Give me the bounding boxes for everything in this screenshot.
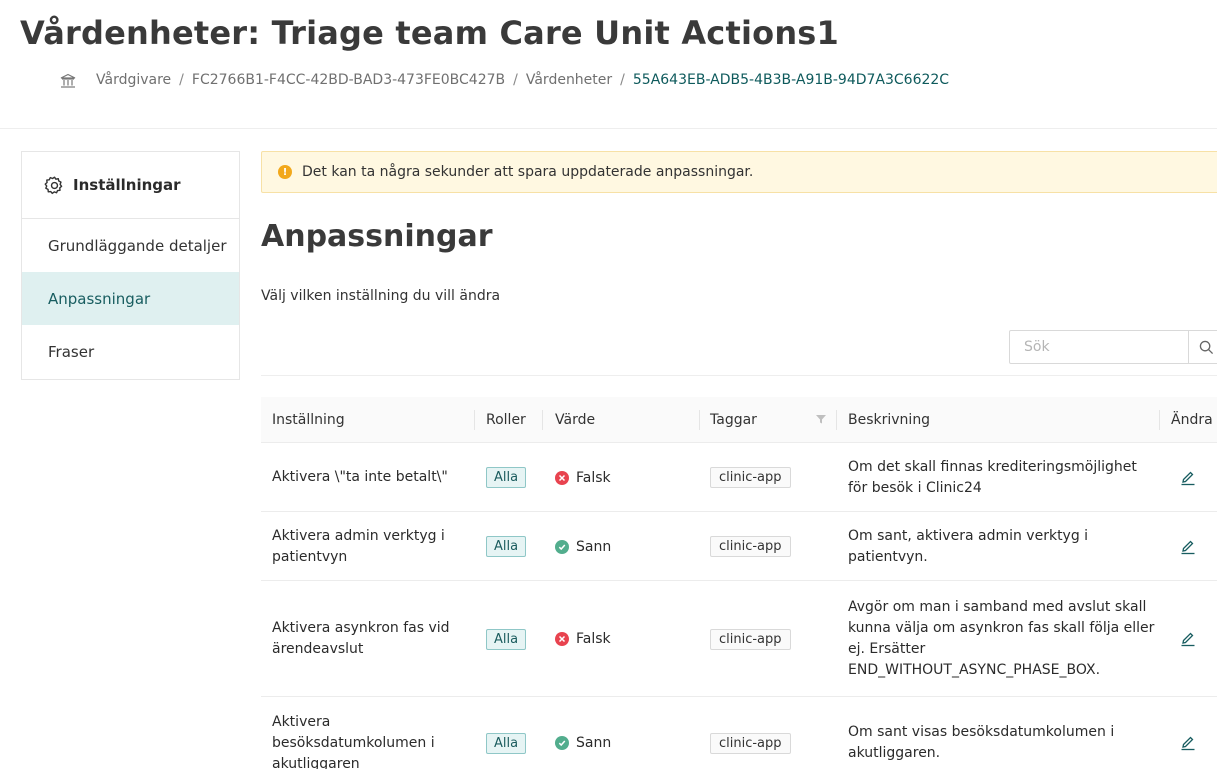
edit-icon[interactable] bbox=[1180, 631, 1196, 647]
setting-name: Aktivera admin verktyg i patientvyn bbox=[272, 527, 445, 565]
value-status: Sann bbox=[555, 697, 611, 769]
table-header: Inställning Roller Värde Taggar Beskrivn… bbox=[261, 397, 1217, 443]
value-text: Sann bbox=[576, 735, 612, 751]
sidebar-header: Inställningar bbox=[22, 152, 239, 219]
tag-label: clinic-app bbox=[710, 536, 791, 557]
section-title: Anpassningar bbox=[261, 219, 493, 254]
description: Om sant, aktivera admin verktyg i patient… bbox=[848, 527, 1089, 565]
column-separator bbox=[542, 410, 543, 430]
section-subtitle: Välj vilken inställning du vill ändra bbox=[261, 288, 501, 304]
value-status: Falsk bbox=[555, 443, 611, 512]
breadcrumb-separator: / bbox=[513, 72, 518, 88]
breadcrumb-separator: / bbox=[620, 72, 625, 88]
info-notice: ! Det kan ta några sekunder att spara up… bbox=[261, 151, 1217, 193]
search-input[interactable] bbox=[1010, 331, 1188, 363]
value-text: Falsk bbox=[576, 469, 611, 486]
setting-name: Aktivera besöksdatumkolumen i akutliggaren bbox=[272, 713, 435, 769]
close-circle-icon bbox=[555, 632, 569, 646]
setting-name: Aktivera \"ta inte betalt\" bbox=[272, 469, 448, 485]
value-text: Sann bbox=[576, 538, 612, 555]
check-circle-icon bbox=[555, 539, 569, 554]
column-separator bbox=[699, 410, 700, 430]
settings-sidebar: Inställningar Grundläggande detaljer Anp… bbox=[21, 151, 240, 380]
notice-text: Det kan ta några sekunder att spara uppd… bbox=[302, 164, 754, 180]
breadcrumb-item[interactable]: FC2766B1-F4CC-42BD-BAD3-473FE0BC427B bbox=[192, 72, 505, 88]
column-header-beskrivning[interactable]: Beskrivning bbox=[848, 397, 930, 443]
column-header-roller[interactable]: Roller bbox=[486, 397, 526, 443]
page-title: Vårdenheter: Triage team Care Unit Actio… bbox=[20, 14, 840, 52]
column-separator bbox=[836, 410, 837, 430]
description: Avgör om man i samband med avslut skall k… bbox=[848, 599, 1155, 678]
settings-table: Inställning Roller Värde Taggar Beskrivn… bbox=[261, 397, 1217, 769]
role-tag: Alla bbox=[486, 628, 527, 650]
breadcrumb-item[interactable]: Vårdenheter bbox=[526, 72, 612, 88]
table-row: Aktivera admin verktyg i patientvyn Alla … bbox=[261, 512, 1217, 581]
role-tag: Alla bbox=[486, 732, 527, 754]
edit-icon[interactable] bbox=[1180, 735, 1196, 751]
table-row: Aktivera asynkron fas vid ärendeavslut Al… bbox=[261, 581, 1217, 697]
breadcrumb-current: 55A643EB-ADB5-4B3B-A91B-94D7A3C6622C bbox=[632, 72, 950, 88]
tag-label: clinic-app bbox=[710, 467, 791, 488]
table-row: Aktivera \"ta inte betalt\" Alla Falsk c… bbox=[261, 443, 1217, 512]
value-text: Falsk bbox=[576, 631, 611, 647]
description: Om sant visas besöksdatumkolumen i akutli… bbox=[848, 724, 1115, 761]
breadcrumb: Vårdgivare / FC2766B1-F4CC-42BD-BAD3-473… bbox=[60, 72, 950, 89]
tag-label: clinic-app bbox=[710, 732, 791, 754]
breadcrumb-item[interactable]: Vårdgivare bbox=[96, 72, 171, 88]
column-header-installning[interactable]: Inställning bbox=[272, 397, 345, 443]
setting-name: Aktivera asynkron fas vid ärendeavslut bbox=[272, 620, 450, 657]
sidebar-title: Inställningar bbox=[73, 176, 181, 194]
search-box bbox=[1009, 330, 1217, 364]
sidebar-item-anpassningar[interactable]: Anpassningar bbox=[22, 272, 239, 325]
value-status: Falsk bbox=[555, 581, 611, 697]
column-separator bbox=[474, 410, 475, 430]
column-header-varde[interactable]: Värde bbox=[555, 397, 595, 443]
header-divider bbox=[0, 128, 1217, 129]
role-tag: Alla bbox=[486, 536, 527, 557]
column-header-andra[interactable]: Ändra bbox=[1171, 397, 1213, 443]
edit-icon[interactable] bbox=[1180, 539, 1196, 555]
tag-label: clinic-app bbox=[710, 628, 791, 650]
description: Om det skall finnas krediteringsmöjlighe… bbox=[848, 458, 1137, 496]
value-status: Sann bbox=[555, 512, 611, 581]
column-separator bbox=[1159, 410, 1160, 430]
warning-icon: ! bbox=[278, 165, 292, 179]
search-icon bbox=[1199, 340, 1213, 354]
search-button[interactable] bbox=[1188, 331, 1217, 363]
gear-icon bbox=[44, 175, 63, 194]
divider bbox=[261, 375, 1217, 376]
sidebar-item-fraser[interactable]: Fraser bbox=[22, 325, 239, 378]
breadcrumb-separator: / bbox=[179, 72, 184, 88]
bank-icon[interactable] bbox=[60, 73, 76, 89]
page-header: Vårdenheter: Triage team Care Unit Actio… bbox=[0, 0, 1217, 128]
column-header-taggar[interactable]: Taggar bbox=[710, 397, 757, 443]
close-circle-icon bbox=[555, 470, 569, 485]
filter-icon[interactable] bbox=[815, 413, 827, 425]
check-circle-icon bbox=[555, 736, 569, 750]
edit-icon[interactable] bbox=[1180, 470, 1196, 486]
sidebar-item-grundlaggande-detaljer[interactable]: Grundläggande detaljer bbox=[22, 219, 239, 272]
table-row: Aktivera besöksdatumkolumen i akutliggaren… bbox=[261, 697, 1217, 769]
role-tag: Alla bbox=[486, 467, 527, 488]
